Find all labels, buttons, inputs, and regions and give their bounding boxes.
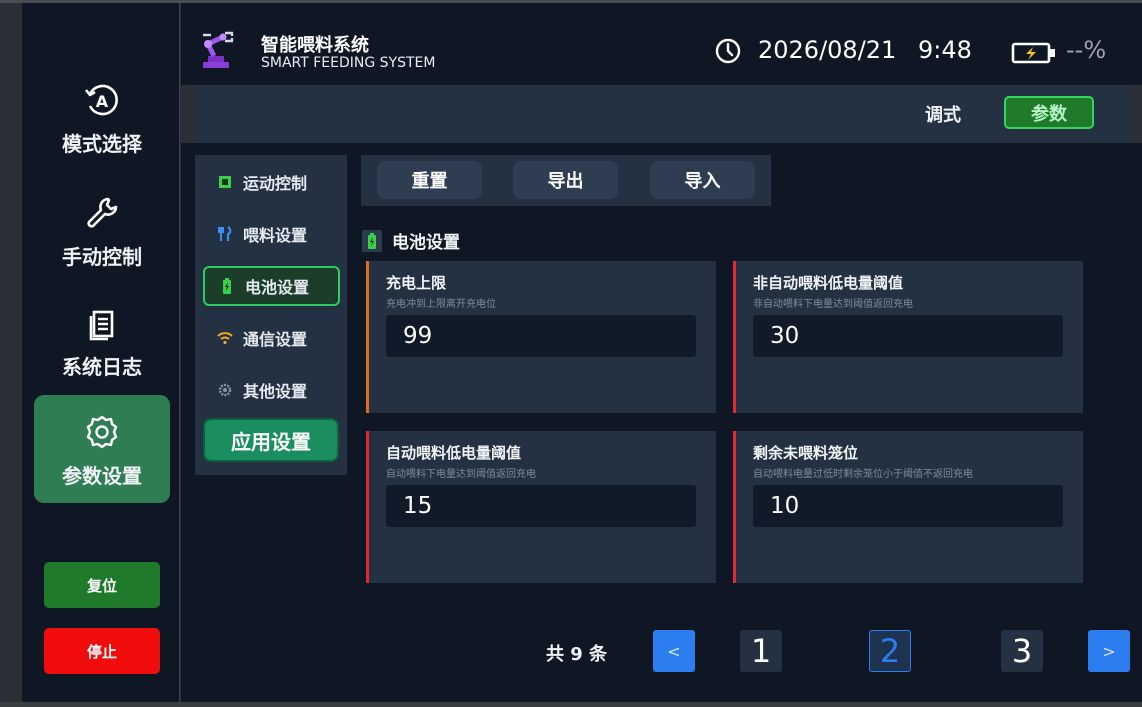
frame-bottom-edge bbox=[0, 702, 1142, 707]
subnav-motion-control-label: 运动控制 bbox=[243, 174, 308, 193]
stop-button[interactable]: 停止 bbox=[44, 628, 160, 674]
log-file-icon bbox=[80, 301, 124, 345]
card-description: 自动喂料下电量达到阈值返回充电 bbox=[386, 469, 536, 480]
sidebar: A 模式选择 手动控制 系统日志 参数设置 复位 停止 bbox=[22, 3, 180, 702]
subnav-motion-control[interactable]: 运动控制 bbox=[203, 162, 340, 202]
mode-param-tab[interactable]: 参数 bbox=[1004, 96, 1094, 129]
setting-card-auto-low-battery: 自动喂料低电量阈值 自动喂料下电量达到阈值返回充电 15 bbox=[366, 431, 716, 583]
card-title: 非自动喂料低电量阈值 bbox=[753, 274, 904, 292]
fork-knife-icon bbox=[217, 226, 233, 242]
section-title-label: 电池设置 bbox=[392, 233, 460, 253]
card-title: 充电上限 bbox=[386, 274, 447, 292]
apply-settings-button[interactable]: 应用设置 bbox=[203, 418, 339, 462]
prev-page-button[interactable]: < bbox=[653, 630, 695, 672]
card-description: 非自动喂料下电量达到阈值返回充电 bbox=[753, 299, 913, 310]
nav-system-log-label: 系统日志 bbox=[62, 354, 142, 379]
clock-icon bbox=[714, 37, 742, 65]
nav-param-settings[interactable]: 参数设置 bbox=[34, 395, 170, 503]
auto-low-battery-input[interactable]: 15 bbox=[386, 485, 696, 527]
time-display: 9:48 bbox=[918, 36, 972, 64]
card-title: 自动喂料低电量阈值 bbox=[386, 444, 522, 462]
reset-button[interactable]: 复位 bbox=[44, 562, 160, 608]
card-description: 自动喂料电量过低时剩余笼位小于阈值不返回充电 bbox=[753, 469, 973, 480]
card-title: 剩余未喂料笼位 bbox=[753, 444, 859, 462]
battery-percent: --% bbox=[1066, 36, 1107, 64]
remaining-cages-input[interactable]: 10 bbox=[753, 485, 1063, 527]
nav-mode-select-label: 模式选择 bbox=[62, 131, 142, 156]
battery-icon bbox=[219, 278, 235, 294]
chip-icon bbox=[217, 174, 233, 190]
export-button[interactable]: 导出 bbox=[513, 161, 618, 199]
import-button[interactable]: 导入 bbox=[650, 161, 755, 199]
mode-bar: 调式 参数 bbox=[195, 85, 1130, 143]
setting-card-nonauto-low-battery: 非自动喂料低电量阈值 非自动喂料下电量达到阈值返回充电 30 bbox=[733, 261, 1083, 413]
section-title: 电池设置 bbox=[362, 228, 460, 253]
charge-limit-input[interactable]: 99 bbox=[386, 315, 696, 357]
subnav-other-settings[interactable]: 其他设置 bbox=[203, 370, 340, 410]
subnav-feeding-settings-label: 喂料设置 bbox=[243, 226, 308, 245]
nonauto-low-battery-input[interactable]: 30 bbox=[753, 315, 1063, 357]
battery-icon bbox=[362, 229, 382, 252]
mode-debug-tab[interactable]: 调式 bbox=[925, 101, 961, 127]
gear-icon bbox=[80, 410, 124, 454]
total-count: 共 9 条 bbox=[546, 644, 608, 665]
setting-card-charge-limit: 充电上限 充电冲到上限离开充电位 99 bbox=[366, 261, 716, 413]
cog-icon bbox=[217, 382, 233, 398]
next-page-button[interactable]: > bbox=[1088, 630, 1130, 672]
nav-mode-select[interactable]: A 模式选择 bbox=[34, 63, 170, 171]
wrench-icon bbox=[80, 191, 124, 235]
app-title: 智能喂料系统 bbox=[261, 35, 369, 56]
page-3-button[interactable]: 3 bbox=[1001, 630, 1043, 672]
nav-param-settings-label: 参数设置 bbox=[62, 463, 142, 488]
app-subtitle: SMART FEEDING SYSTEM bbox=[261, 55, 436, 71]
svg-text:A: A bbox=[96, 92, 109, 111]
mode-auto-icon: A bbox=[80, 78, 124, 122]
date-display: 2026/08/21 bbox=[758, 36, 897, 64]
battery-charging-icon bbox=[1011, 41, 1057, 65]
reset-settings-button[interactable]: 重置 bbox=[377, 161, 482, 199]
subnav-battery-settings[interactable]: 电池设置 bbox=[203, 266, 340, 306]
subnav-comm-settings-label: 通信设置 bbox=[243, 330, 308, 349]
page-1-button[interactable]: 1 bbox=[740, 630, 782, 672]
nav-system-log[interactable]: 系统日志 bbox=[34, 286, 170, 394]
settings-subnav: 运动控制 喂料设置 电池设置 通信设置 其他设置 应用设置 bbox=[195, 155, 347, 475]
wifi-icon bbox=[217, 330, 233, 346]
robot-arm-logo-icon bbox=[199, 29, 239, 71]
setting-card-remaining-cages: 剩余未喂料笼位 自动喂料电量过低时剩余笼位小于阈值不返回充电 10 bbox=[733, 431, 1083, 583]
page-2-button[interactable]: 2 bbox=[869, 630, 911, 672]
header: 智能喂料系统 SMART FEEDING SYSTEM 2026/08/21 9… bbox=[181, 3, 1142, 85]
subnav-other-settings-label: 其他设置 bbox=[243, 382, 308, 401]
nav-manual-control-label: 手动控制 bbox=[62, 244, 142, 269]
card-description: 充电冲到上限离开充电位 bbox=[386, 299, 496, 310]
subnav-comm-settings[interactable]: 通信设置 bbox=[203, 318, 340, 358]
settings-toolbar: 重置 导出 导入 bbox=[361, 155, 771, 206]
subnav-battery-settings-label: 电池设置 bbox=[245, 278, 310, 297]
nav-manual-control[interactable]: 手动控制 bbox=[34, 176, 170, 284]
subnav-feeding-settings[interactable]: 喂料设置 bbox=[203, 214, 340, 254]
